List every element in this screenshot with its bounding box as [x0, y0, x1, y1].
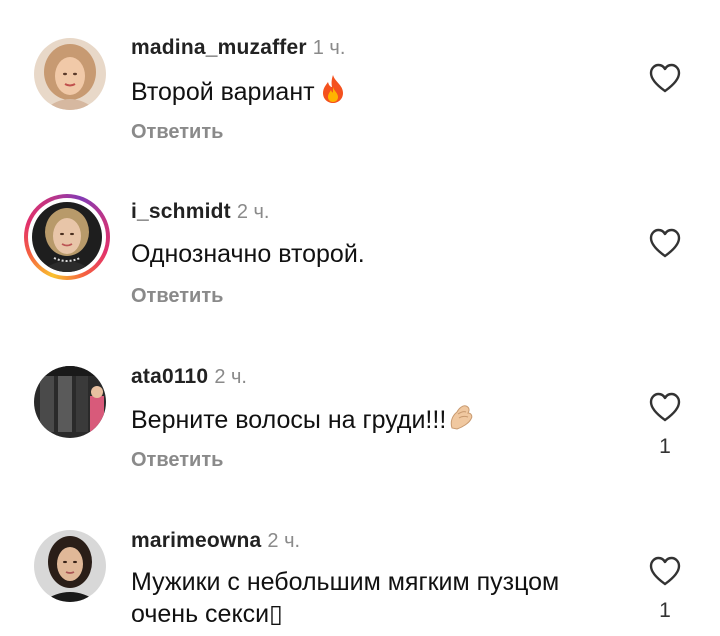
heart-outline-icon[interactable]: [648, 227, 682, 259]
story-ring[interactable]: [24, 194, 110, 280]
avatar[interactable]: [34, 366, 106, 438]
username[interactable]: i_schmidt: [131, 200, 231, 223]
like-count: 1: [659, 435, 671, 458]
username[interactable]: ata0110: [131, 365, 208, 388]
comment-text: Однозначно второй.: [131, 238, 621, 270]
like-count: 1: [659, 599, 671, 622]
comment-meta: marimeowna 2 ч.: [131, 529, 300, 553]
heart-outline-icon[interactable]: [648, 62, 682, 94]
comment-text: Второй вариант: [131, 74, 621, 112]
timestamp: 2 ч.: [236, 201, 270, 223]
username[interactable]: madina_muzaffer: [131, 36, 307, 59]
heart-outline-icon[interactable]: [648, 555, 682, 587]
username[interactable]: marimeowna: [131, 529, 261, 552]
comment-meta: i_schmidt 2 ч.: [131, 200, 269, 224]
reply-button[interactable]: Ответить: [131, 284, 223, 308]
timestamp: 2 ч.: [267, 530, 301, 552]
pinched-fingers-emoji-icon: [446, 402, 476, 440]
heart-outline-icon[interactable]: [648, 391, 682, 423]
comment-meta: ata0110 2 ч.: [131, 365, 247, 389]
comment-text: Мужики с небольшим мягким пузцом очень с…: [131, 566, 621, 630]
comment-text-content: Верните волосы на груди!!!: [131, 406, 447, 434]
comment-meta: madina_muzaffer 1 ч.: [131, 36, 345, 60]
fire-emoji-icon: [319, 74, 347, 112]
avatar: [32, 202, 102, 272]
avatar[interactable]: [34, 38, 106, 110]
comment-text-content: Однозначно второй.: [131, 240, 365, 268]
reply-button[interactable]: Ответить: [131, 120, 223, 144]
timestamp: 1 ч.: [312, 37, 346, 59]
avatar[interactable]: [34, 530, 106, 602]
reply-button[interactable]: Ответить: [131, 448, 223, 472]
comment-text: Верните волосы на груди!!!: [131, 402, 621, 440]
comment-text-content: Мужики с небольшим мягким пузцом очень с…: [131, 568, 560, 628]
comment-text-content: Второй вариант: [131, 78, 315, 106]
timestamp: 2 ч.: [214, 366, 247, 388]
